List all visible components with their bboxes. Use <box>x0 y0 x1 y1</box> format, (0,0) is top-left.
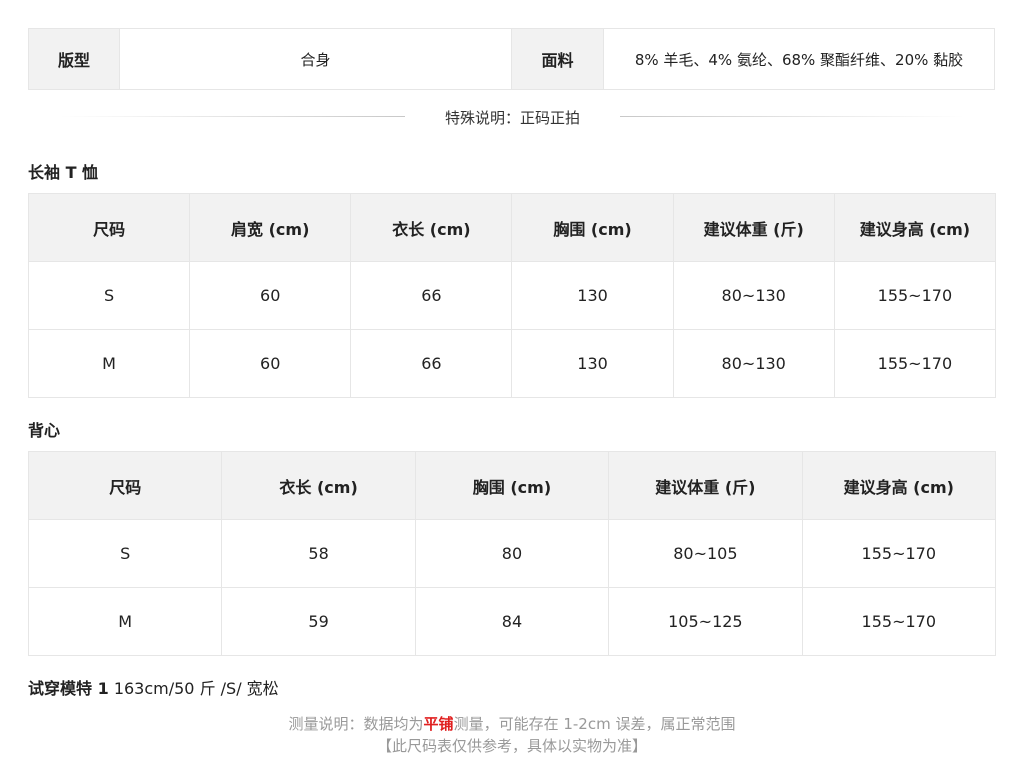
longsleeve-title: 长袖 T 恤 <box>28 163 99 182</box>
spec-table: 版型 合身 面料 8% 羊毛、4% 氨纶、68% 聚酯纤维、20% 黏胶 <box>28 28 995 90</box>
column-header: 胸围 (cm) <box>414 451 610 520</box>
table-cell: 155~170 <box>801 587 997 656</box>
fit-label: 版型 <box>29 29 120 89</box>
column-header: 胸围 (cm) <box>511 193 674 262</box>
table-cell: 66 <box>350 261 513 330</box>
vest-size-table: 尺码 衣长 (cm) 胸围 (cm) 建议体重 (斤) 建议身高 (cm) S … <box>27 451 997 656</box>
fit-value: 合身 <box>120 29 512 89</box>
column-header: 肩宽 (cm) <box>189 193 352 262</box>
table-cell: 80~130 <box>672 329 835 398</box>
table-cell: 155~170 <box>801 519 997 588</box>
measurement-note-highlight: 平铺 <box>423 715 454 733</box>
table-cell: 130 <box>511 261 674 330</box>
special-note: 特殊说明：正码正拍 <box>444 109 580 127</box>
column-header: 衣长 (cm) <box>221 451 416 520</box>
divider-left <box>60 116 405 117</box>
table-cell: 60 <box>189 261 352 330</box>
model-value: 163cm/50 斤 /S/ 宽松 <box>113 679 279 698</box>
table-header-row: 尺码 肩宽 (cm) 衣长 (cm) 胸围 (cm) 建议体重 (斤) 建议身高… <box>27 193 997 262</box>
measurement-note-prefix: 测量说明：数据均为 <box>288 715 424 733</box>
vest-title: 背心 <box>28 421 61 440</box>
table-row: M 60 66 130 80~130 155~170 <box>27 329 997 398</box>
reference-disclaimer: 【此尺码表仅供参考，具体以实物为准】 <box>376 737 647 755</box>
table-row: M 59 84 105~125 155~170 <box>27 587 997 656</box>
table-cell: 60 <box>189 329 352 398</box>
table-row: S 60 66 130 80~130 155~170 <box>27 261 997 330</box>
fabric-label: 面料 <box>512 29 604 89</box>
table-cell: 59 <box>221 587 416 656</box>
table-header-row: 尺码 衣长 (cm) 胸围 (cm) 建议体重 (斤) 建议身高 (cm) <box>27 451 997 520</box>
table-cell: 105~125 <box>608 587 803 656</box>
table-cell: S <box>27 261 191 330</box>
column-header: 建议身高 (cm) <box>833 193 997 262</box>
table-cell: 130 <box>511 329 674 398</box>
column-header: 衣长 (cm) <box>350 193 513 262</box>
column-header: 建议体重 (斤) <box>672 193 835 262</box>
divider-right <box>620 116 965 117</box>
table-cell: 155~170 <box>833 261 997 330</box>
table-cell: 58 <box>221 519 416 588</box>
table-cell: 80~130 <box>672 261 835 330</box>
special-note-row: 特殊说明：正码正拍 <box>0 104 1024 130</box>
table-cell: S <box>27 519 223 588</box>
table-cell: 80 <box>414 519 610 588</box>
measurement-note: 测量说明：数据均为平铺测量，可能存在 1-2cm 误差，属正常范围 <box>0 713 1024 734</box>
table-cell: 66 <box>350 329 513 398</box>
model-label: 试穿模特 1 <box>28 679 109 698</box>
table-cell: M <box>27 587 223 656</box>
measurement-note-suffix: 测量，可能存在 1-2cm 误差，属正常范围 <box>453 715 736 733</box>
column-header: 尺码 <box>27 193 191 262</box>
column-header: 建议体重 (斤) <box>608 451 803 520</box>
table-cell: M <box>27 329 191 398</box>
table-row: S 58 80 80~105 155~170 <box>27 519 997 588</box>
table-cell: 84 <box>414 587 610 656</box>
column-header: 尺码 <box>27 451 223 520</box>
model-info: 试穿模特 1 163cm/50 斤 /S/ 宽松 <box>28 675 279 699</box>
column-header: 建议身高 (cm) <box>801 451 997 520</box>
table-cell: 80~105 <box>608 519 803 588</box>
table-cell: 155~170 <box>833 329 997 398</box>
fabric-value: 8% 羊毛、4% 氨纶、68% 聚酯纤维、20% 黏胶 <box>634 50 964 69</box>
longsleeve-size-table: 尺码 肩宽 (cm) 衣长 (cm) 胸围 (cm) 建议体重 (斤) 建议身高… <box>27 193 997 398</box>
